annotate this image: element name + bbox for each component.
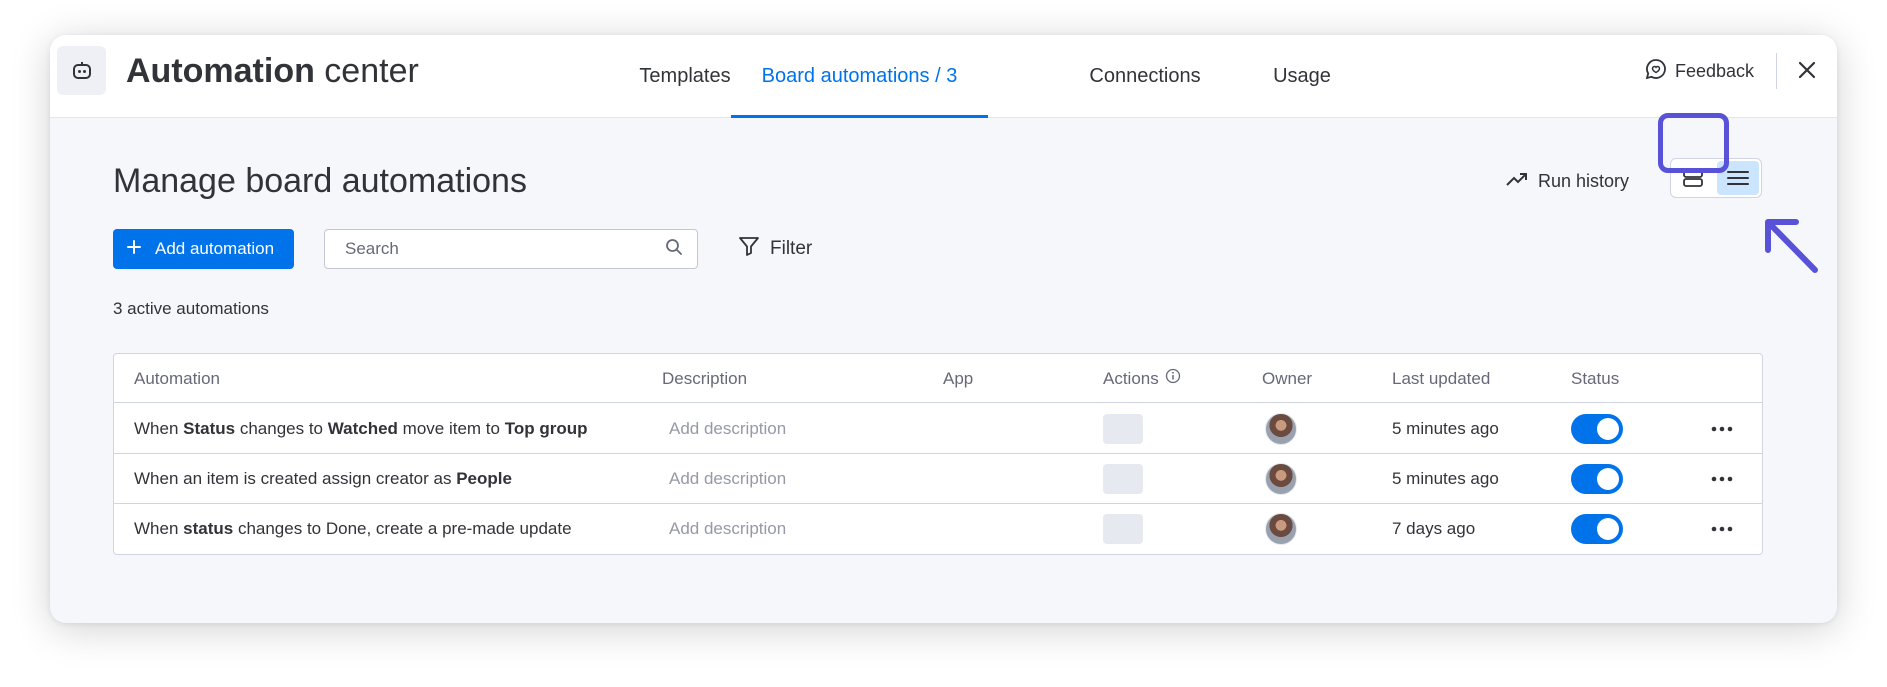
status-toggle[interactable] [1571, 414, 1623, 444]
action-chip [1103, 514, 1143, 544]
table-row[interactable]: When an item is created assign creator a… [114, 454, 1762, 504]
recipe-text: changes to Done, create a pre-made updat… [233, 519, 572, 538]
recipe-text: When [134, 519, 184, 538]
filter-icon [738, 235, 760, 263]
col-app: App [943, 368, 974, 388]
col-description: Description [662, 368, 748, 388]
robot-icon [57, 46, 106, 95]
status-toggle[interactable] [1571, 464, 1623, 494]
owner-cell [1265, 454, 1297, 504]
recipe-keyword: status [183, 519, 234, 538]
recipe-keyword: Status [183, 419, 236, 438]
add-automation-button[interactable]: Add automation [113, 229, 294, 269]
status-toggle[interactable] [1571, 514, 1623, 544]
owner-cell [1265, 404, 1297, 454]
close-icon[interactable] [1792, 55, 1822, 85]
more-icon[interactable] [1711, 404, 1733, 454]
col-actions: Actions [1103, 354, 1181, 403]
recipe-keyword: People [456, 469, 512, 488]
avatar[interactable] [1265, 413, 1297, 445]
last-updated: 5 minutes ago [1392, 419, 1499, 438]
automation-recipe[interactable]: When an item is created assign creator a… [134, 454, 512, 504]
plus-icon [127, 239, 141, 259]
run-history-label: Run history [1538, 170, 1630, 191]
automation-center-modal: Automation center Templates Board automa… [50, 35, 1837, 623]
action-chip [1103, 414, 1143, 444]
recipe-text: When [134, 419, 184, 438]
search-box [324, 229, 698, 269]
feedback-icon [1645, 58, 1667, 85]
automations-table: Automation Description App Actions Owner… [113, 353, 1763, 555]
actions-cell [1103, 404, 1143, 454]
recipe-keyword: Top group [504, 419, 588, 438]
table-row[interactable]: When status changes to Done, create a pr… [114, 504, 1762, 554]
recipe-keyword: Watched [327, 419, 398, 438]
tab-board-automations[interactable]: Board automations / 3 [731, 35, 988, 118]
app-title: Automation center [126, 49, 419, 93]
page-title: Manage board automations [113, 162, 527, 200]
more-icon[interactable] [1711, 454, 1733, 504]
tab-connections[interactable]: Connections [1060, 35, 1230, 118]
status-cell [1571, 454, 1623, 504]
app-title-bold: Automation [126, 52, 315, 90]
more-icon[interactable] [1711, 504, 1733, 554]
feedback-label: Feedback [1675, 60, 1755, 81]
add-description-link[interactable]: Add description [669, 504, 786, 554]
table-row[interactable]: When Status changes to Watched move item… [114, 404, 1762, 454]
avatar[interactable] [1265, 513, 1297, 545]
feedback-button[interactable]: Feedback [1645, 57, 1754, 85]
filter-button[interactable]: Filter [738, 234, 812, 264]
recipe-text: move item to [397, 419, 505, 438]
info-icon[interactable] [1165, 368, 1181, 389]
search-icon[interactable] [665, 238, 683, 261]
add-description-link[interactable]: Add description [669, 404, 786, 454]
add-description-link[interactable]: Add description [669, 454, 786, 504]
action-chip [1103, 464, 1143, 494]
search-input[interactable] [345, 239, 665, 259]
col-automation: Automation [134, 368, 220, 388]
filter-label: Filter [770, 238, 813, 259]
table-header: Automation Description App Actions Owner… [114, 354, 1762, 403]
annotation-highlight-box [1658, 113, 1729, 173]
add-automation-label: Add automation [155, 239, 275, 258]
header: Automation center Templates Board automa… [50, 35, 1837, 118]
last-updated: 7 days ago [1392, 519, 1476, 538]
actions-cell [1103, 454, 1143, 504]
col-owner: Owner [1262, 368, 1313, 388]
col-actions-label: Actions [1103, 368, 1159, 388]
col-last-updated: Last updated [1392, 368, 1491, 388]
recipe-text: changes to [235, 419, 328, 438]
automation-recipe[interactable]: When Status changes to Watched move item… [134, 404, 588, 454]
actions-cell [1103, 504, 1143, 554]
status-cell [1571, 504, 1623, 554]
recipe-text: When an item is created assign creator a… [134, 469, 457, 488]
automation-recipe[interactable]: When status changes to Done, create a pr… [134, 504, 572, 554]
col-status: Status [1571, 368, 1620, 388]
avatar[interactable] [1265, 463, 1297, 495]
annotation-arrow-icon [1765, 219, 1818, 273]
trend-icon [1506, 171, 1528, 192]
last-updated: 5 minutes ago [1392, 469, 1499, 488]
header-divider [1776, 53, 1777, 89]
owner-cell [1265, 504, 1297, 554]
status-cell [1571, 404, 1623, 454]
active-count: 3 active automations [113, 299, 269, 318]
app-title-rest: center [314, 52, 419, 90]
run-history-button[interactable]: Run history [1506, 166, 1629, 196]
tab-usage[interactable]: Usage [1247, 35, 1357, 118]
